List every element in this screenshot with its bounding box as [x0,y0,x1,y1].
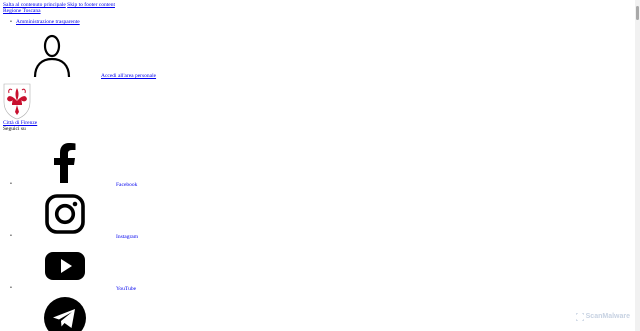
utility-item: Amministrazione trasparente [10,19,80,26]
scan-icon [575,312,584,321]
amministrazione-trasparente-link[interactable]: Amministrazione trasparente [16,19,80,25]
facebook-icon [54,143,76,183]
skip-to-footer-link[interactable]: Skip to footer content [67,2,115,8]
watermark: ScanMalware [575,312,630,321]
instagram-icon [45,194,85,234]
watermark-text: ScanMalware [585,312,630,320]
florence-crest-icon [3,83,31,120]
list-bullet: • [10,181,12,188]
personal-area-link[interactable]: Accedi all'area personale [30,34,157,80]
telegram-icon [44,297,86,331]
personal-area-label: Accedi all'area personale [101,73,157,80]
list-bullet: • [10,285,12,292]
instagram-label: Instagram [116,234,138,241]
user-icon [33,34,71,78]
facebook-label: Facebook [116,182,138,189]
region-link[interactable]: Regione Toscana [3,8,41,15]
youtube-icon [45,252,85,280]
scrollbar[interactable] [635,0,640,331]
youtube-label: YouTube [116,286,137,293]
page: Salta al contenuto principale Skip to fo… [0,0,640,331]
list-bullet: • [10,233,12,240]
social-item-instagram: • Instagram [10,190,150,240]
follow-us-label: Seguici su [3,126,26,132]
scrollbar-thumb[interactable] [636,6,639,20]
social-item-telegram [10,294,150,331]
social-item-youtube: • YouTube [10,242,150,292]
utility-nav: Amministrazione trasparente [10,19,80,26]
social-item-facebook: • Facebook [10,138,150,188]
